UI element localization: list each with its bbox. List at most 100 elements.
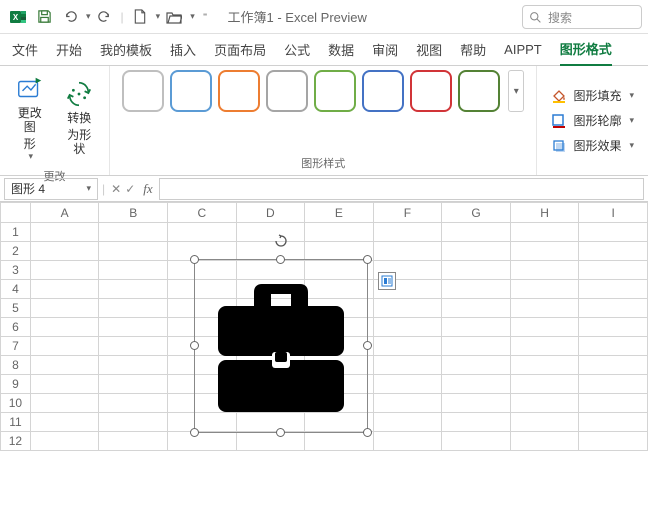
cell[interactable] — [510, 413, 579, 432]
cell[interactable] — [510, 375, 579, 394]
col-header[interactable]: F — [373, 203, 442, 223]
convert-to-shape-button[interactable]: 转换 为形状 — [58, 70, 102, 166]
col-header[interactable]: I — [579, 203, 648, 223]
cell[interactable] — [579, 413, 648, 432]
briefcase-shape[interactable] — [214, 274, 348, 418]
cell[interactable] — [579, 318, 648, 337]
cell[interactable] — [99, 356, 168, 375]
cell[interactable] — [99, 318, 168, 337]
tab-2[interactable]: 我的模板 — [100, 34, 152, 65]
cell[interactable] — [442, 356, 511, 375]
cell[interactable] — [373, 299, 442, 318]
select-all-corner[interactable] — [1, 203, 31, 223]
cell[interactable] — [373, 432, 442, 451]
tab-6[interactable]: 数据 — [328, 34, 354, 65]
cell[interactable] — [373, 375, 442, 394]
save-icon[interactable] — [32, 5, 56, 29]
cell[interactable] — [579, 337, 648, 356]
chevron-down-icon[interactable]: ▾ — [86, 183, 91, 194]
cell[interactable] — [168, 432, 237, 451]
cell[interactable] — [510, 394, 579, 413]
shape-effects-button[interactable]: 图形效果▾ — [545, 134, 640, 157]
cell[interactable] — [510, 223, 579, 242]
cell[interactable] — [442, 280, 511, 299]
enter-formula-icon[interactable]: ✓ — [125, 182, 135, 196]
cell[interactable] — [305, 432, 374, 451]
style-swatch-6[interactable] — [410, 70, 452, 112]
col-header[interactable]: G — [442, 203, 511, 223]
cell[interactable] — [373, 337, 442, 356]
cell[interactable] — [305, 242, 374, 261]
cell[interactable] — [30, 394, 99, 413]
cell[interactable] — [442, 261, 511, 280]
cell[interactable] — [579, 375, 648, 394]
cell[interactable] — [510, 432, 579, 451]
name-box[interactable]: 图形 4 ▾ — [4, 178, 98, 200]
new-dropdown[interactable]: ▾ — [156, 11, 161, 22]
cell[interactable] — [510, 356, 579, 375]
cell[interactable] — [99, 223, 168, 242]
cell[interactable] — [579, 432, 648, 451]
cell[interactable] — [373, 356, 442, 375]
open-dropdown[interactable]: ▾ — [190, 11, 195, 22]
cell[interactable] — [99, 413, 168, 432]
cell[interactable] — [236, 223, 305, 242]
col-header[interactable]: B — [99, 203, 168, 223]
row-header[interactable]: 2 — [1, 242, 31, 261]
tab-3[interactable]: 插入 — [170, 34, 196, 65]
cell[interactable] — [442, 242, 511, 261]
cell[interactable] — [236, 242, 305, 261]
style-swatch-2[interactable] — [218, 70, 260, 112]
tab-10[interactable]: AIPPT — [504, 36, 542, 63]
cell[interactable] — [442, 432, 511, 451]
cell[interactable] — [510, 242, 579, 261]
col-header[interactable]: D — [236, 203, 305, 223]
cell[interactable] — [510, 318, 579, 337]
redo-button[interactable] — [93, 5, 117, 29]
cell[interactable] — [99, 337, 168, 356]
cell[interactable] — [305, 223, 374, 242]
cell[interactable] — [579, 223, 648, 242]
style-swatch-3[interactable] — [266, 70, 308, 112]
style-swatch-0[interactable] — [122, 70, 164, 112]
fx-icon[interactable]: fx — [143, 181, 152, 197]
row-header[interactable]: 1 — [1, 223, 31, 242]
cell[interactable] — [579, 356, 648, 375]
cell[interactable] — [579, 242, 648, 261]
cell[interactable] — [442, 318, 511, 337]
tab-0[interactable]: 文件 — [12, 34, 38, 65]
col-header[interactable]: A — [30, 203, 99, 223]
cell[interactable] — [236, 432, 305, 451]
row-header[interactable]: 8 — [1, 356, 31, 375]
tab-1[interactable]: 开始 — [56, 34, 82, 65]
open-folder-icon[interactable] — [162, 5, 186, 29]
undo-dropdown[interactable]: ▾ — [86, 11, 91, 22]
shape-fill-button[interactable]: 图形填充▾ — [545, 84, 640, 107]
shape-outline-button[interactable]: 图形轮廓▾ — [545, 109, 640, 132]
cell[interactable] — [99, 432, 168, 451]
cell[interactable] — [99, 299, 168, 318]
undo-button[interactable] — [58, 5, 82, 29]
cell[interactable] — [442, 375, 511, 394]
tab-4[interactable]: 页面布局 — [214, 34, 266, 65]
cell[interactable] — [442, 394, 511, 413]
tab-5[interactable]: 公式 — [284, 34, 310, 65]
cell[interactable] — [373, 242, 442, 261]
cell[interactable] — [510, 261, 579, 280]
cell[interactable] — [579, 299, 648, 318]
cell[interactable] — [30, 223, 99, 242]
row-header[interactable]: 3 — [1, 261, 31, 280]
cell[interactable] — [373, 318, 442, 337]
change-shape-button[interactable]: 更改图 形 ▾ — [8, 70, 52, 166]
cell[interactable] — [579, 394, 648, 413]
cell[interactable] — [30, 337, 99, 356]
cancel-formula-icon[interactable]: ✕ — [111, 182, 121, 196]
cell[interactable] — [30, 261, 99, 280]
tab-9[interactable]: 帮助 — [460, 34, 486, 65]
gallery-expand-button[interactable]: ▾ — [508, 70, 524, 112]
style-swatch-4[interactable] — [314, 70, 356, 112]
row-header[interactable]: 12 — [1, 432, 31, 451]
cell[interactable] — [510, 299, 579, 318]
style-swatch-7[interactable] — [458, 70, 500, 112]
cell[interactable] — [30, 242, 99, 261]
